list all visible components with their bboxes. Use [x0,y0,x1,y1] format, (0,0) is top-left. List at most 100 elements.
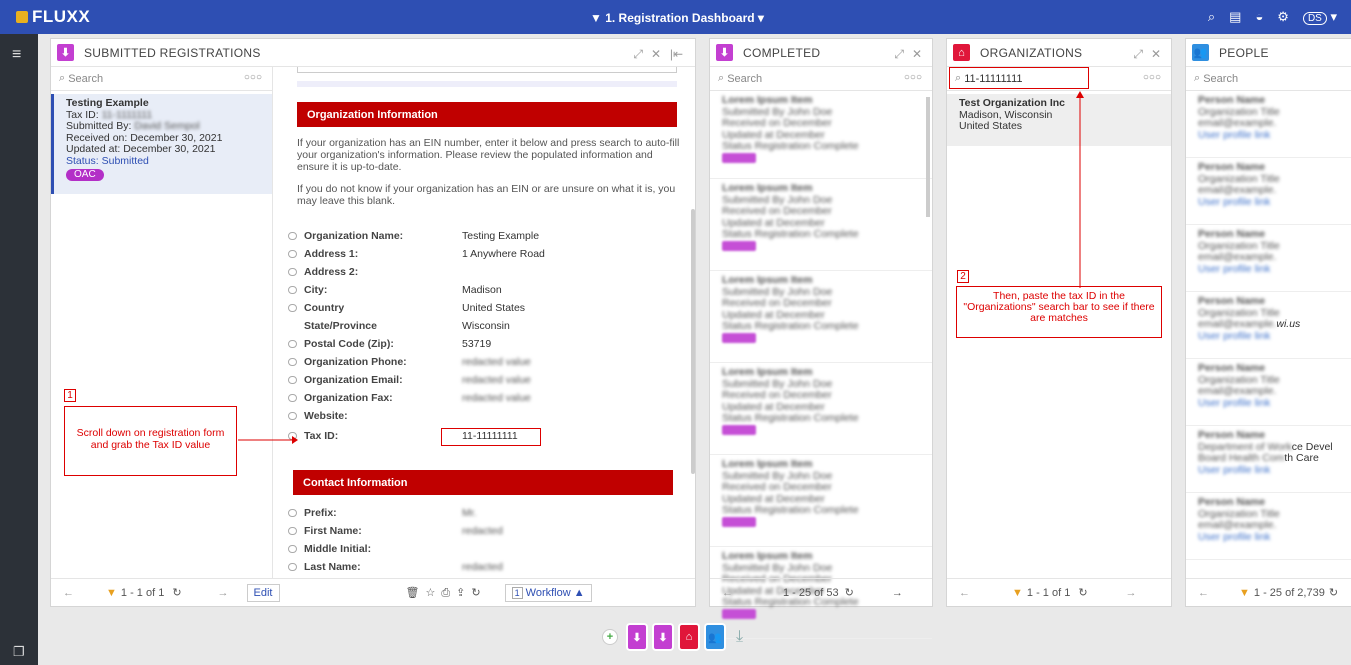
blurred-line: Lorem Ipsum Item [722,182,813,194]
org-country: United States [959,120,1023,132]
download-icon[interactable]: ⤓ [736,628,743,646]
prev-arrow[interactable]: ← [1198,587,1209,599]
comment-icon[interactable] [288,268,297,276]
more-options-icon[interactable]: ○○○ [1143,72,1161,83]
field-label: Postal Code (Zip): [304,338,394,350]
edit-button[interactable]: Edit [246,583,280,602]
gear-icon[interactable]: ⚙ [1277,9,1289,25]
visible-fragment: ce Devel [1291,440,1333,453]
completed-panel: ⬇ COMPLETED ⤢ ✕ ⌕ Search ○○○ Lorem Ipsum… [709,38,933,639]
fluxx-logo[interactable]: FLUXX [16,7,90,27]
list-item[interactable]: Person Name Organization Title email@examp… [1186,91,1351,158]
list-item[interactable]: Person Name Department of Workce Devel Boa… [1186,426,1351,493]
list-item[interactable]: Testing Example Tax ID: 11-1111111 Submi… [51,94,272,194]
pin-icon[interactable]: ⤢ [894,47,904,62]
panel-footer: ← ▼ 1 - 25 of 2,739 ↻ [1186,578,1351,606]
item-status: Status: Submitted [66,154,149,167]
prev-arrow[interactable]: ← [959,587,970,599]
dock-submitted-icon[interactable]: ⬇ [626,623,648,651]
hamburger-icon[interactable]: ≡ [12,46,21,64]
search-input[interactable]: ⌕ Search ○○○ [710,67,932,91]
filter-icon[interactable]: ▼ [106,587,117,599]
search-input[interactable]: ⌕ Search ○○○ [51,67,272,91]
logo-text: FLUXX [32,7,91,26]
people-icon: 👥 [1192,44,1209,61]
close-icon[interactable]: ✕ [912,47,922,61]
collapse-icon[interactable]: |⇤ [670,47,683,61]
list-item[interactable]: Lorem Ipsum Item Submitted By John Doe Rec… [710,455,932,547]
refresh-icon[interactable]: ↻ [172,586,181,599]
dashboard-selector[interactable]: ▼ 1. Registration Dashboard ▾ [590,11,764,25]
list-item[interactable]: Test Organization Inc Madison, Wisconsin… [947,94,1171,146]
next-arrow[interactable]: → [892,587,903,599]
filter-icon[interactable]: ▼ [1012,587,1023,599]
comment-icon[interactable] [288,304,297,312]
list-item[interactable]: Lorem Ipsum Item Submitted By John Doe Rec… [710,91,932,179]
comment-icon[interactable] [288,232,297,240]
list-icon[interactable]: ▤ [1229,9,1241,25]
filter-icon[interactable]: ▼ [1239,587,1250,599]
dock-completed-icon[interactable]: ⬇ [652,623,674,651]
blurred-line: User profile link [1198,262,1271,275]
workflow-button[interactable]: 1 Workflow ▲ [504,583,592,602]
list-item[interactable]: Lorem Ipsum Item Submitted By John Doe Rec… [710,363,932,455]
list-item[interactable]: Person Name Organization Title email@examp… [1186,493,1351,560]
field-label: Tax ID: [304,430,339,442]
action-icons[interactable]: 🗑☆⎙⇪↻ [406,586,487,600]
blurred-line: Lorem Ipsum Item [722,94,813,106]
comment-icon[interactable] [288,286,297,294]
list-item[interactable]: Lorem Ipsum Item Submitted By John Doe Rec… [710,179,932,271]
more-options-icon[interactable]: ○○○ [244,72,262,83]
next-arrow[interactable]: → [1126,587,1137,599]
dock-organizations-icon[interactable]: ⌂ [678,623,700,651]
comment-icon[interactable] [288,509,297,517]
form-row: Organization Name: Testing Example [288,229,539,243]
comment-icon[interactable] [288,340,297,348]
search-icon[interactable]: ⌕ [1208,9,1215,25]
search-icon: ⌕ [718,72,728,84]
more-options-icon[interactable]: ○○○ [904,72,922,83]
list-item[interactable]: Person Name Organization Title email@examp… [1186,225,1351,292]
comment-icon[interactable] [288,527,297,535]
chat-icon[interactable]: ◒ [1255,9,1263,25]
scrollbar[interactable] [691,209,695,474]
comment-icon[interactable] [288,358,297,366]
add-icon[interactable]: + [602,629,618,645]
form-row: Organization Email: redacted value [288,373,531,387]
search-input[interactable]: ⌕ Search [1186,67,1351,91]
prev-arrow[interactable]: ← [63,587,74,599]
pin-icon[interactable]: ⤢ [633,47,643,62]
scrollbar[interactable] [926,97,930,217]
comment-icon[interactable] [288,563,297,571]
field-label: State/Province [304,320,377,332]
blurred-badge [722,332,756,343]
prev-arrow[interactable]: ← [722,587,733,599]
dashboard-title: 1. Registration Dashboard ▾ [605,11,764,25]
refresh-icon[interactable]: ↻ [1078,586,1087,599]
pin-icon[interactable]: ⤢ [1133,47,1143,62]
blurred-value: redacted [462,561,503,573]
refresh-icon[interactable]: ↻ [1329,586,1338,599]
input-edge [297,67,677,73]
comment-icon[interactable] [288,412,297,420]
comment-icon[interactable] [288,545,297,553]
search-placeholder: Search [727,72,763,85]
next-arrow[interactable]: → [218,587,229,599]
dock-people-icon[interactable]: 👥 [704,623,726,651]
close-icon[interactable]: ✕ [651,47,661,61]
close-icon[interactable]: ✕ [1151,47,1161,61]
comment-icon[interactable] [288,376,297,384]
field-label: Address 1: [304,248,359,260]
refresh-icon[interactable]: ↻ [845,586,854,599]
list-item[interactable]: Lorem Ipsum Item Submitted By John Doe Rec… [710,271,932,363]
avatar[interactable]: DS ▾ [1302,9,1337,25]
list-item[interactable]: Person Name Organization Title email@examp… [1186,359,1351,426]
windows-icon[interactable]: ❐ [13,644,25,660]
comment-icon[interactable] [288,394,297,402]
blurred-line: Status Registration Complete [722,140,859,152]
building-icon: ⌂ [953,44,970,61]
list-item[interactable]: Person Name Organization Title email@examp… [1186,292,1351,359]
list-item[interactable]: Person Name Organization Title email@examp… [1186,158,1351,225]
blurred-badge [722,516,756,527]
comment-icon[interactable] [288,250,297,258]
